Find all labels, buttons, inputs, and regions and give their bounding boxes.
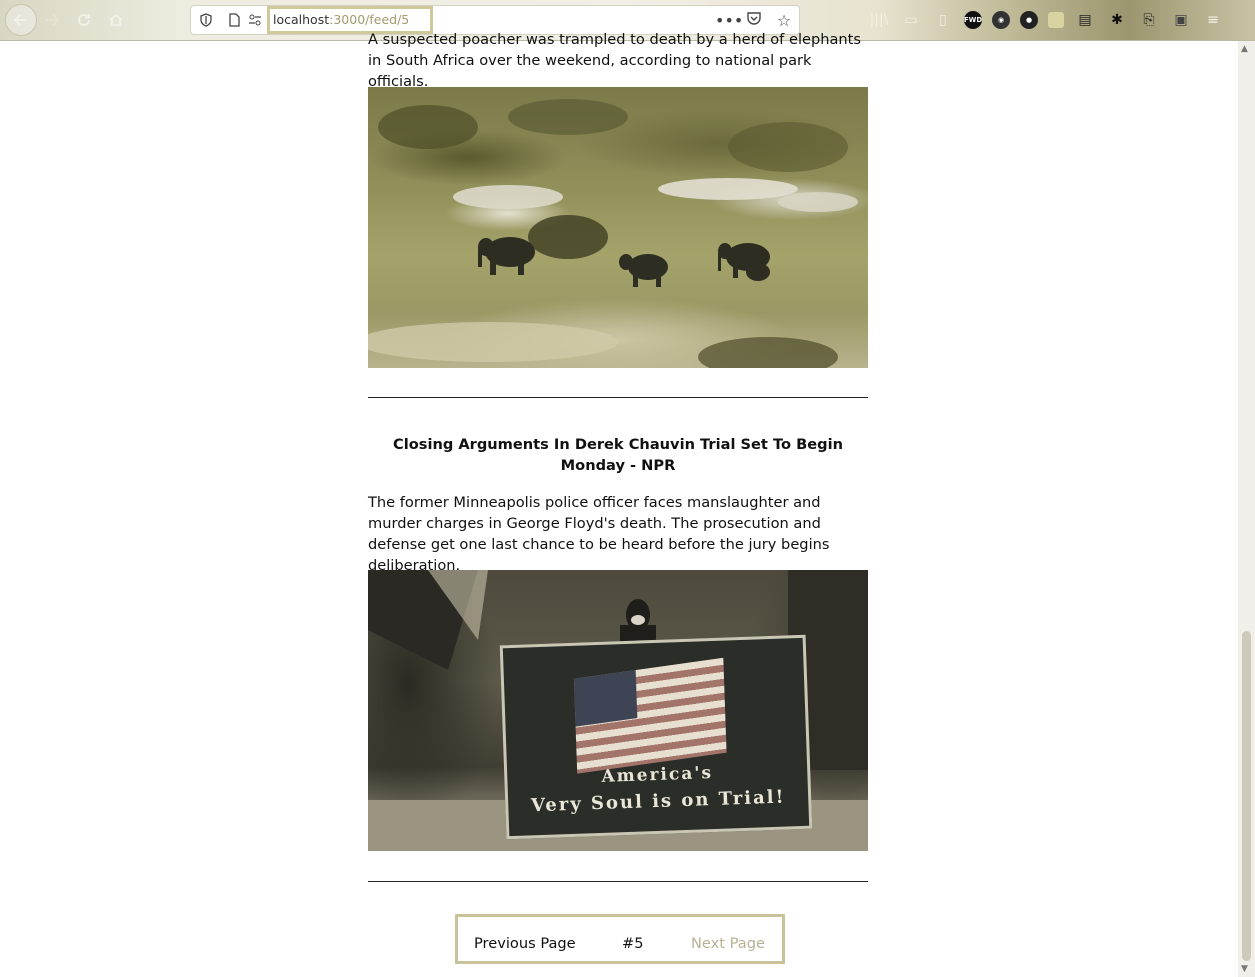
reader-view-icon[interactable]: ▭	[900, 9, 922, 31]
shield-icon[interactable]	[198, 12, 214, 28]
screenshot-extension-icon[interactable]: ⎘	[1138, 9, 1160, 31]
sign-text-line2: Very Soul is on Trial!	[530, 786, 786, 817]
bookmark-star-icon[interactable]: ☆	[775, 11, 793, 30]
home-button[interactable]	[102, 6, 130, 34]
url-host: localhost	[273, 12, 330, 27]
article-divider	[368, 397, 868, 398]
site-permissions-icon[interactable]	[247, 12, 263, 28]
protest-sign: America's Very Soul is on Trial!	[499, 634, 813, 840]
flag-graphic	[573, 657, 727, 774]
previous-page-button[interactable]: Previous Page	[474, 935, 576, 952]
scroll-down-arrow-icon[interactable]: ▼	[1241, 964, 1248, 974]
picture-extension-icon[interactable]: ▣	[1170, 9, 1192, 31]
arrow-right-icon	[46, 14, 60, 26]
reload-button[interactable]	[70, 6, 98, 34]
arrow-left-icon	[13, 14, 27, 26]
article-summary: A suspected poacher was trampled to deat…	[368, 31, 862, 90]
sidebar-icon[interactable]: ▯	[932, 9, 954, 31]
article-title[interactable]: Closing Arguments In Derek Chauvin Trial…	[368, 434, 868, 476]
next-page-button[interactable]: Next Page	[691, 935, 765, 952]
article-image-elephants	[368, 87, 868, 368]
pocket-icon[interactable]	[745, 10, 763, 30]
reload-icon	[78, 14, 90, 26]
url-path: :3000/feed/5	[329, 12, 410, 27]
forward-button[interactable]	[38, 6, 66, 34]
notes-extension-icon[interactable]: ▤	[1074, 9, 1096, 31]
scroll-thumb[interactable]	[1242, 631, 1251, 961]
sign-text-line1: America's	[601, 763, 714, 787]
more-actions-icon[interactable]: •••	[715, 11, 743, 30]
article-image-protest: America's Very Soul is on Trial!	[368, 570, 868, 851]
article-divider	[368, 881, 868, 882]
scroll-up-arrow-icon[interactable]: ▲	[1241, 44, 1248, 54]
article-summary: The former Minneapolis police officer fa…	[368, 494, 830, 574]
green-extension-icon[interactable]	[1048, 12, 1064, 28]
home-icon	[109, 13, 123, 26]
fwd-extension-icon[interactable]: FWD	[964, 11, 982, 29]
menu-icon[interactable]: ≡	[1202, 9, 1224, 31]
circle-extension-icon[interactable]: ●	[1020, 11, 1038, 29]
vertical-scrollbar[interactable]: ▲ ▼	[1238, 41, 1255, 977]
dark-globe-extension-icon[interactable]: ◉	[992, 11, 1010, 29]
gear-extension-icon[interactable]: ✱	[1106, 9, 1128, 31]
page-icon[interactable]	[226, 12, 242, 28]
back-button[interactable]	[5, 4, 37, 36]
page-number: #5	[622, 935, 644, 952]
pagination: Previous Page #5 Next Page	[455, 914, 785, 964]
library-icon[interactable]: |||\	[868, 9, 890, 31]
